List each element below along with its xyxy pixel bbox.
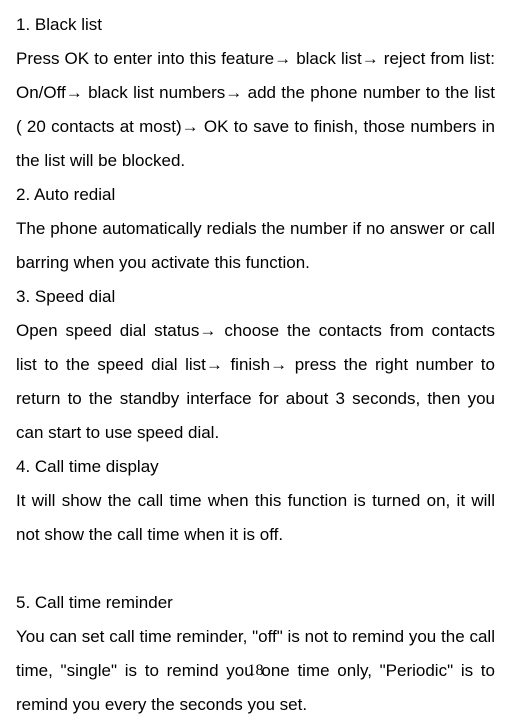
section-3-title: 3. Speed dial bbox=[16, 280, 495, 314]
page-number: 18 bbox=[0, 662, 511, 680]
document-page: 1. Black list Press OK to enter into thi… bbox=[0, 0, 511, 686]
section-1-title: 1. Black list bbox=[16, 8, 495, 42]
section-4-title: 4. Call time display bbox=[16, 450, 495, 484]
section-2-title: 2. Auto redial bbox=[16, 178, 495, 212]
section-2-body: The phone automatically redials the numb… bbox=[16, 212, 495, 280]
section-5-title bbox=[16, 552, 495, 586]
section-3-body: Open speed dial status→ choose the conta… bbox=[16, 314, 495, 450]
section-1-body: Press OK to enter into this feature→ bla… bbox=[16, 42, 495, 178]
section-5-title-text: 5. Call time reminder bbox=[16, 586, 495, 620]
section-4-body: It will show the call time when this fun… bbox=[16, 484, 495, 552]
